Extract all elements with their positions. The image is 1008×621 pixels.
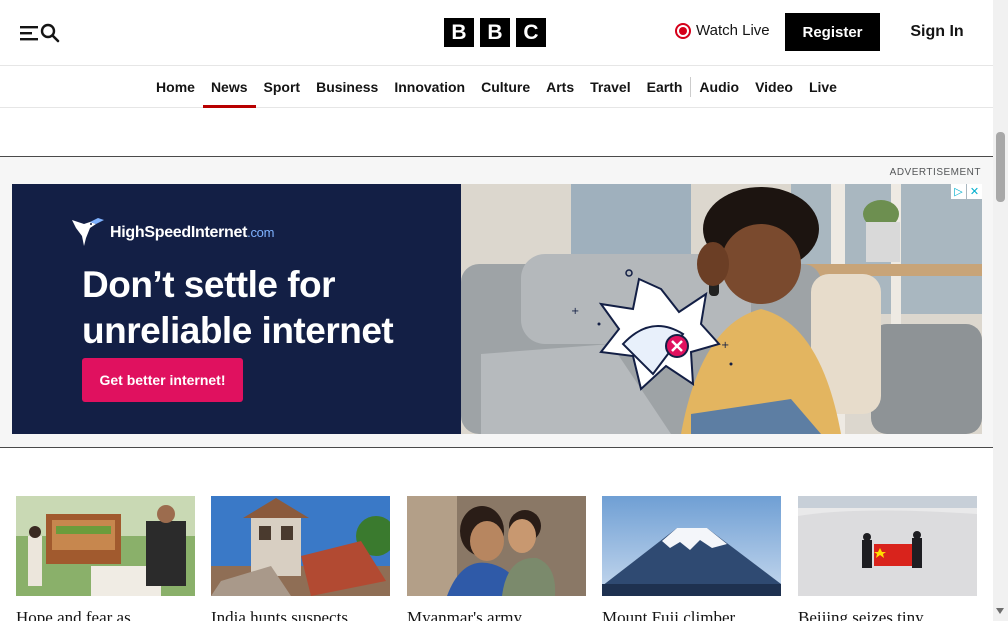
story-image xyxy=(407,496,586,596)
ad-brand-logo: HighSpeedInternet.com xyxy=(70,212,274,253)
story-card[interactable]: Myanmar's army xyxy=(407,496,586,621)
logo-letter-c: C xyxy=(516,18,546,47)
live-dot-icon xyxy=(675,22,691,39)
logo-letter-b2: B xyxy=(480,18,510,47)
story-title[interactable]: India hunts suspects xyxy=(211,608,390,621)
story-card[interactable]: Beijing seizes tiny xyxy=(798,496,977,621)
watch-live-label: Watch Live xyxy=(696,22,770,39)
nav-item-sport[interactable]: Sport xyxy=(256,67,309,107)
advertisement-label: ADVERTISEMENT xyxy=(889,167,981,178)
story-title[interactable]: Myanmar's army xyxy=(407,608,586,621)
nav-item-live[interactable]: Live xyxy=(801,67,845,107)
ad-brand-suffix: .com xyxy=(247,224,275,240)
ad-brand-main: HighSpeedInternet xyxy=(110,223,248,241)
hummingbird-icon xyxy=(70,212,106,253)
advertisement-section: ADVERTISEMENT HighSpeedInternet.com Don’… xyxy=(0,156,993,448)
nav-item-business[interactable]: Business xyxy=(308,67,386,107)
close-ad-icon[interactable]: ✕ xyxy=(967,184,982,199)
story-title[interactable]: Hope and fear as xyxy=(16,608,195,621)
nav-item-culture[interactable]: Culture xyxy=(473,67,538,107)
nav-item-travel[interactable]: Travel xyxy=(582,67,638,107)
ad-brand-name: HighSpeedInternet.com xyxy=(110,224,274,242)
nav-item-arts[interactable]: Arts xyxy=(538,67,582,107)
logo-letter-b1: B xyxy=(444,18,474,47)
ad-image-woman-on-phone: + + xyxy=(461,184,982,434)
bbc-logo[interactable]: B B C xyxy=(444,18,546,47)
menu-search-button[interactable] xyxy=(20,20,64,46)
site-header: B B C Watch Live Register Sign In xyxy=(0,0,993,66)
story-image xyxy=(211,496,390,596)
ad-text-panel: HighSpeedInternet.com Don’t settle for u… xyxy=(12,184,461,434)
watch-live-link[interactable]: Watch Live xyxy=(675,22,770,39)
story-card[interactable]: India hunts suspects xyxy=(211,496,390,621)
register-button[interactable]: Register xyxy=(785,13,880,51)
nav-item-video[interactable]: Video xyxy=(747,67,801,107)
nav-item-news[interactable]: News xyxy=(202,67,256,108)
ad-banner[interactable]: HighSpeedInternet.com Don’t settle for u… xyxy=(12,184,982,434)
adchoices-icon[interactable]: ▷ xyxy=(951,184,966,199)
scrollbar-thumb[interactable] xyxy=(996,132,1005,202)
nav-item-audio[interactable]: Audio xyxy=(691,67,747,107)
ad-cta-button[interactable]: Get better internet! xyxy=(82,358,243,402)
story-title[interactable]: Beijing seizes tiny xyxy=(798,608,977,621)
story-title[interactable]: Mount Fuji climber xyxy=(602,608,781,621)
page-scrollbar[interactable] xyxy=(993,0,1008,621)
story-image xyxy=(798,496,977,596)
nav-item-home[interactable]: Home xyxy=(148,67,203,107)
story-card[interactable]: Mount Fuji climber xyxy=(602,496,781,621)
story-image xyxy=(602,496,781,596)
story-card[interactable]: Hope and fear as xyxy=(16,496,195,621)
ad-headline: Don’t settle for unreliable internet xyxy=(82,264,394,351)
story-cards: Hope and fear as India hunts suspects My… xyxy=(16,496,977,621)
story-image xyxy=(16,496,195,596)
svg-text:+: + xyxy=(721,340,729,351)
ad-choices[interactable]: ▷ ✕ xyxy=(951,184,982,199)
hamburger-icon xyxy=(20,25,38,41)
scroll-down-arrow-icon[interactable] xyxy=(996,608,1004,614)
search-icon xyxy=(40,23,60,43)
nav-item-innovation[interactable]: Innovation xyxy=(386,67,473,107)
svg-text:+: + xyxy=(571,306,579,317)
main-nav: Home News Sport Business Innovation Cult… xyxy=(0,67,993,108)
sign-in-button[interactable]: Sign In xyxy=(902,13,972,51)
nav-item-earth[interactable]: Earth xyxy=(639,67,691,107)
